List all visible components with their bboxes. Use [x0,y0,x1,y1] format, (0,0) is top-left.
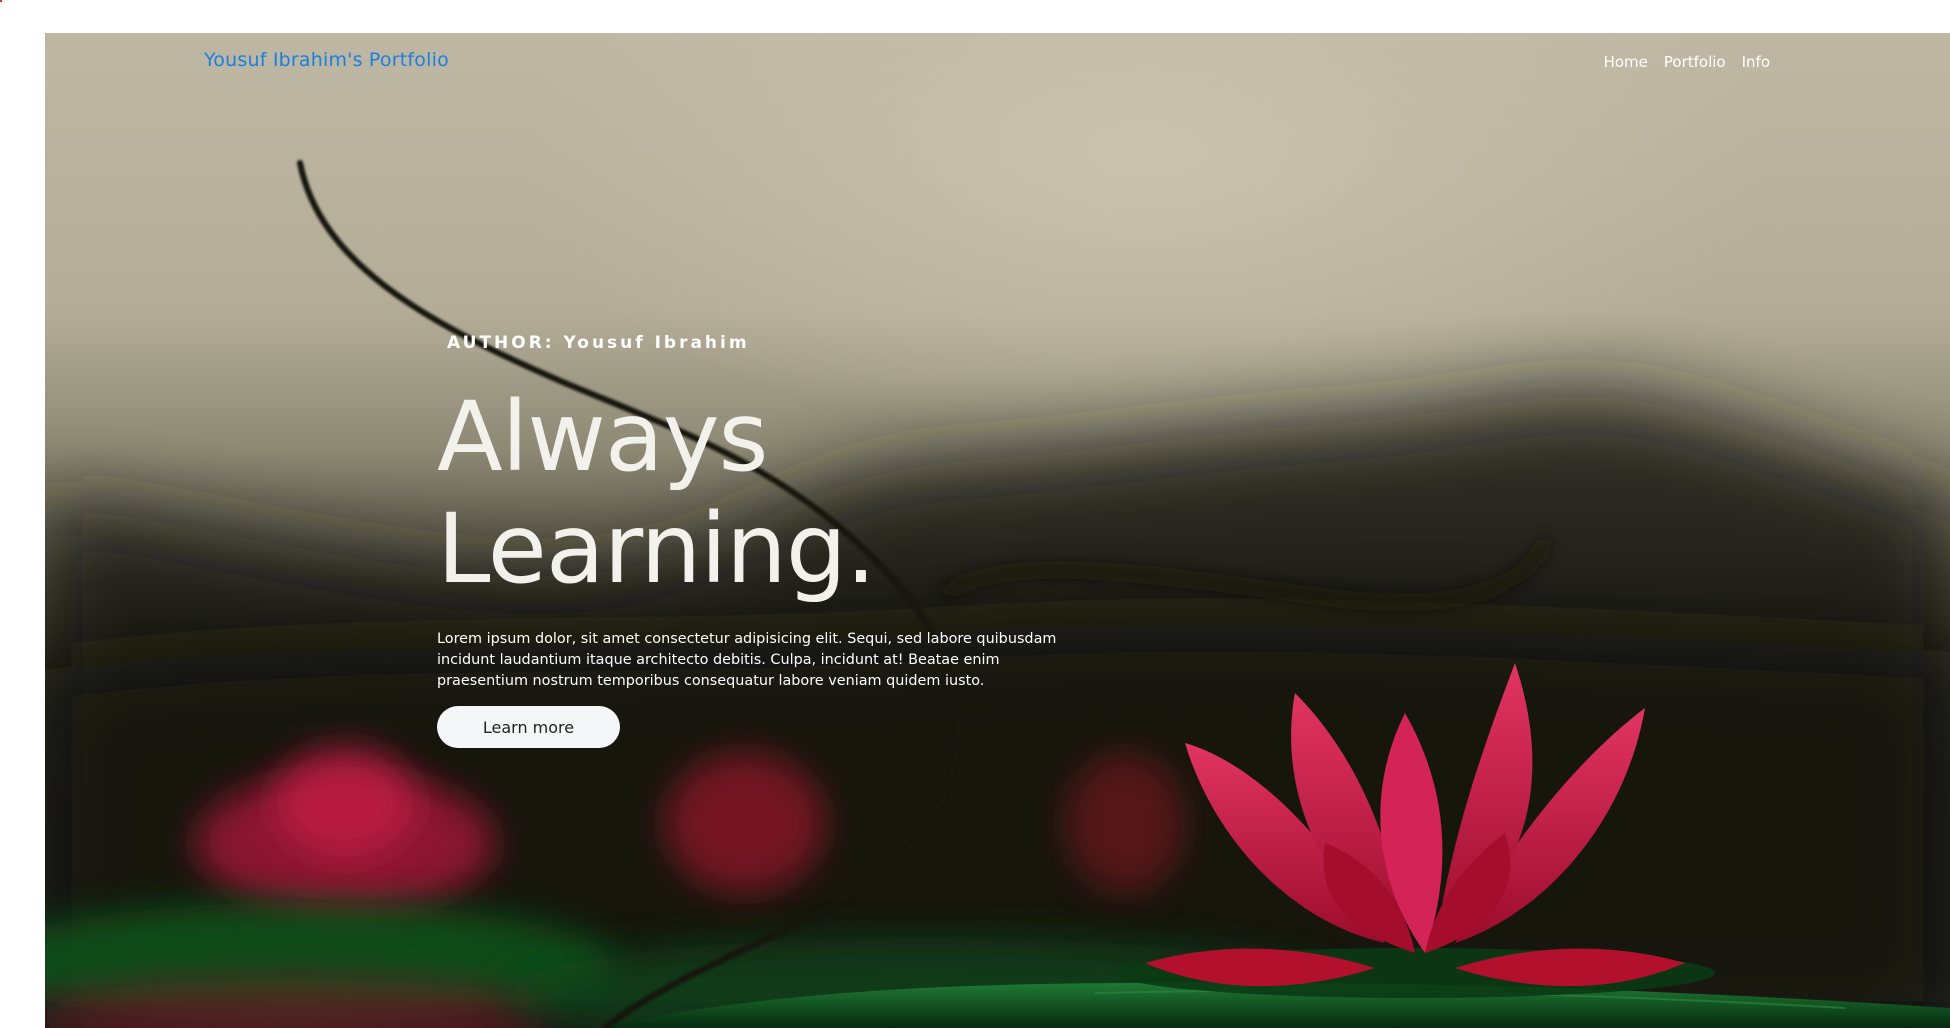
brand-link[interactable]: Yousuf Ibrahim's Portfolio [204,49,449,71]
nav-portfolio-link[interactable]: Portfolio [1664,53,1726,71]
nav-links: Home Portfolio Info [1604,53,1770,71]
nav-info-link[interactable]: Info [1742,53,1770,71]
headline-line-1: Always [437,381,769,493]
hero-headline: Always Learning. [437,381,1137,605]
hero-content: AUTHOR: Yousuf Ibrahim Always Learning. … [437,333,1137,748]
nav-home-link[interactable]: Home [1604,53,1648,71]
hero-description: Lorem ipsum dolor, sit amet consectetur … [437,631,1057,689]
author-label: AUTHOR: Yousuf Ibrahim [447,333,750,353]
hero-section: Yousuf Ibrahim's Portfolio Home Portfoli… [45,33,1950,1028]
learn-more-button[interactable]: Learn more [437,706,620,748]
corner-mark [0,0,2,2]
headline-line-2: Learning. [437,493,876,605]
top-navigation: Yousuf Ibrahim's Portfolio Home Portfoli… [45,33,1950,113]
